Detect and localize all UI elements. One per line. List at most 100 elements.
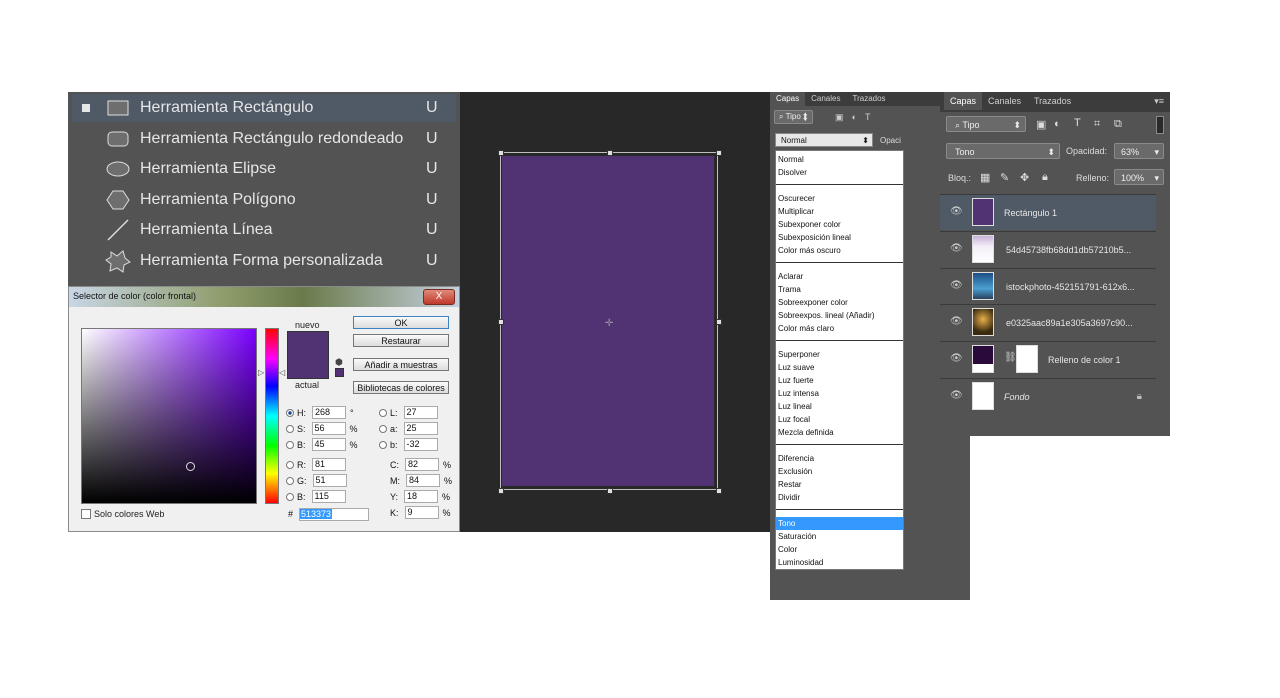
color-mode-radio[interactable] xyxy=(379,424,387,433)
tool-item[interactable]: Herramienta Forma personalizada U xyxy=(72,247,456,275)
hue-slider-left-arrow[interactable]: ▷ xyxy=(258,368,264,377)
blend-mode-option[interactable]: Sobreexpos. lineal (Añadir) xyxy=(776,309,903,322)
color-mode-radio[interactable] xyxy=(379,408,387,417)
opacity-input[interactable]: 63% ▾ xyxy=(1114,143,1164,159)
blend-mode-option[interactable]: Luz focal xyxy=(776,413,903,426)
field-input[interactable]: 268 xyxy=(312,406,346,419)
layer-row[interactable]: 👁︎ e0325aac89a1e305a3697c90... xyxy=(940,304,1156,340)
filter-type-select[interactable]: ⌕ Tipo ⬍ xyxy=(774,110,814,124)
eye-icon[interactable]: 👁︎ xyxy=(950,280,963,291)
smart-object-filter-icon[interactable]: ⧉ xyxy=(1114,118,1122,131)
color-mode-radio[interactable] xyxy=(286,408,294,417)
color-mode-radio[interactable] xyxy=(286,492,294,501)
type-filter-icon[interactable]: T xyxy=(865,112,871,122)
transform-handle[interactable] xyxy=(607,150,613,156)
blend-mode-option[interactable]: Subexponer color xyxy=(776,218,903,231)
cube-icon[interactable]: ⬢ xyxy=(335,357,343,368)
blend-mode-option[interactable]: Dividir xyxy=(776,491,903,504)
ok-button[interactable]: OK xyxy=(353,316,449,329)
field-input[interactable]: 27 xyxy=(403,406,438,419)
color-mode-radio[interactable] xyxy=(379,440,387,449)
transform-handle[interactable] xyxy=(498,319,504,325)
tab-layers[interactable]: Capas xyxy=(944,92,983,110)
blend-mode-option[interactable]: Mezcla definida xyxy=(776,426,903,439)
field-input[interactable]: 115 xyxy=(311,490,346,503)
blend-mode-option[interactable]: Subexposición lineal xyxy=(776,231,903,244)
field-input[interactable]: 18 xyxy=(404,490,439,503)
blend-mode-option[interactable]: Trama xyxy=(776,283,903,296)
shape-filter-icon[interactable]: ⌗ xyxy=(1094,118,1100,131)
filter-toggle[interactable] xyxy=(1156,116,1164,134)
blend-mode-option[interactable]: Normal xyxy=(776,153,903,166)
hex-input[interactable]: 513373 xyxy=(299,508,369,521)
tool-item[interactable]: Herramienta Rectángulo U xyxy=(72,94,456,122)
layer-name[interactable]: Relleno de color 1 xyxy=(1048,355,1121,365)
blend-mode-option[interactable]: Exclusión xyxy=(776,465,903,478)
transform-handle[interactable] xyxy=(716,319,722,325)
tab-layers[interactable]: Capas xyxy=(770,92,806,106)
transform-handle[interactable] xyxy=(716,488,722,494)
blend-mode-option[interactable]: Aclarar xyxy=(776,270,903,283)
eye-icon[interactable]: 👁︎ xyxy=(950,243,963,254)
layer-row[interactable]: 👁︎ istockphoto-452151791-612x6... xyxy=(940,267,1156,304)
field-input[interactable]: 81 xyxy=(312,458,346,471)
blend-mode-option[interactable]: Multiplicar xyxy=(776,205,903,218)
layer-name[interactable]: Fondo xyxy=(1004,392,1030,402)
blend-mode-option[interactable]: Luz lineal xyxy=(776,400,903,413)
field-input[interactable]: 51 xyxy=(312,474,347,487)
web-safe-swatch[interactable] xyxy=(335,368,344,377)
tab-paths[interactable]: Trazados xyxy=(1028,92,1077,110)
tab-channels[interactable]: Canales xyxy=(805,92,846,106)
add-to-swatches-button[interactable]: Añadir a muestras xyxy=(353,358,449,371)
blend-mode-option[interactable]: Luz fuerte xyxy=(776,374,903,387)
blend-mode-option[interactable]: Diferencia xyxy=(776,452,903,465)
blend-mode-option[interactable]: Tono xyxy=(776,517,903,530)
field-input[interactable]: 82 xyxy=(405,458,439,471)
lock-all-icon[interactable]: 🔒︎ xyxy=(1042,171,1048,184)
blend-mode-select[interactable]: Normal ⬍ xyxy=(775,133,873,147)
transform-handle[interactable] xyxy=(716,150,722,156)
restore-button[interactable]: Restaurar xyxy=(353,334,449,347)
color-mode-radio[interactable] xyxy=(286,440,294,449)
field-input[interactable]: 84 xyxy=(406,474,440,487)
fill-input[interactable]: 100% ▾ xyxy=(1114,169,1164,185)
layer-name[interactable]: 54d45738fb68dd1db57210b5... xyxy=(1006,245,1131,255)
color-mode-radio[interactable] xyxy=(286,424,294,433)
blend-mode-option[interactable]: Luminosidad xyxy=(776,556,903,569)
layer-row[interactable]: 👁︎ Fondo 🔒︎ xyxy=(940,378,1156,414)
hue-slider-right-arrow[interactable]: ◁ xyxy=(279,368,285,377)
eye-icon[interactable]: 👁︎ xyxy=(950,353,963,364)
blend-mode-option[interactable]: Restar xyxy=(776,478,903,491)
blend-mode-option[interactable]: Sobreexponer color xyxy=(776,296,903,309)
blend-mode-select[interactable]: Tono ⬍ xyxy=(946,143,1060,159)
layer-row[interactable]: 👁︎ Rectángulo 1 xyxy=(940,194,1156,230)
eye-icon[interactable]: 👁︎ xyxy=(950,206,963,217)
blend-mode-option[interactable]: Oscurecer xyxy=(776,192,903,205)
blend-mode-option[interactable]: Disolver xyxy=(776,166,903,179)
lock-transparency-icon[interactable]: ▦ xyxy=(980,171,990,184)
adjustment-filter-icon[interactable]: ◐ xyxy=(852,112,857,122)
transform-handle[interactable] xyxy=(498,488,504,494)
transform-handle[interactable] xyxy=(498,150,504,156)
field-input[interactable]: 45 xyxy=(311,438,346,451)
tool-item[interactable]: Herramienta Línea U xyxy=(72,216,456,244)
tab-channels[interactable]: Canales xyxy=(982,92,1027,110)
web-colors-only-checkbox[interactable]: Solo colores Web xyxy=(81,509,164,519)
layer-row[interactable]: 👁︎ 54d45738fb68dd1db57210b5... xyxy=(940,230,1156,267)
lock-pixels-icon[interactable]: ✎ xyxy=(1000,171,1009,184)
adjustment-filter-icon[interactable]: ◐ xyxy=(1054,118,1061,130)
hue-slider[interactable] xyxy=(265,328,279,504)
field-input[interactable]: 56 xyxy=(311,422,346,435)
document-canvas[interactable]: ✛ xyxy=(460,92,770,532)
close-button[interactable]: X xyxy=(423,289,455,305)
dialog-title-bar[interactable]: Selector de color (color frontal) X xyxy=(69,287,459,307)
blend-mode-option[interactable]: Saturación xyxy=(776,530,903,543)
tool-item[interactable]: Herramienta Elipse U xyxy=(72,155,456,183)
field-input[interactable]: -32 xyxy=(403,438,438,451)
color-mode-radio[interactable] xyxy=(286,476,294,485)
layer-name[interactable]: e0325aac89a1e305a3697c90... xyxy=(1006,318,1133,328)
layer-row[interactable]: 👁︎ ⛓︎ Relleno de color 1 xyxy=(940,341,1156,377)
layer-name[interactable]: istockphoto-452151791-612x6... xyxy=(1006,282,1135,292)
blend-mode-option[interactable]: Superponer xyxy=(776,348,903,361)
panel-menu-icon[interactable]: ▾≡ xyxy=(1154,96,1164,107)
